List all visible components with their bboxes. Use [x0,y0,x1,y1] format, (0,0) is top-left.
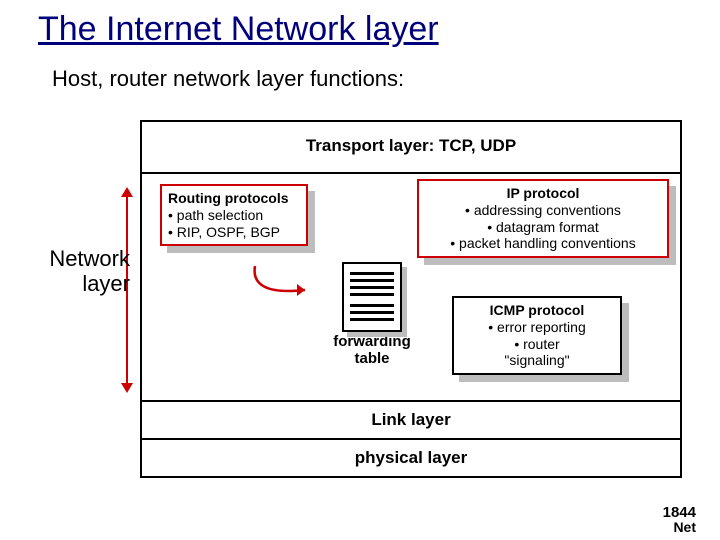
transport-layer-row: Transport layer: TCP, UDP [140,120,682,174]
routing-bullet-2: • RIP, OSPF, BGP [168,224,300,241]
icmp-bullet-3: "signaling" [460,352,614,369]
slide-title: The Internet Network layer [38,10,439,49]
physical-layer-row: physical layer [140,438,682,478]
routing-bullet-1: • path selection [168,207,300,224]
ip-bullet-1: • addressing conventions [425,202,661,219]
transport-layer-label: Transport layer: TCP, UDP [142,122,680,156]
slide-footer: 1844 Net [663,505,696,534]
side-label-line2: layer [82,271,130,296]
footer-line-2: Net [663,520,696,534]
icmp-bullet-1: • error reporting [460,319,614,336]
ip-bullet-2: • datagram format [425,219,661,236]
ip-protocol-box: IP protocol • addressing conventions • d… [417,179,669,258]
physical-layer-label: physical layer [142,440,680,468]
network-layer-side-label: Network layer [15,246,130,297]
icmp-protocol-box: ICMP protocol • error reporting • router… [452,296,622,375]
layer-stack: Transport layer: TCP, UDP Routing protoc… [140,120,682,476]
ip-title: IP protocol [425,185,661,202]
icmp-bullet-2: • router [460,336,614,353]
footer-line-1: 1844 [663,505,696,520]
ip-bullet-3: • packet handling conventions [425,235,661,252]
slide-subtitle: Host, router network layer functions: [52,66,404,92]
routing-protocols-box: Routing protocols • path selection • RIP… [160,184,308,246]
link-layer-row: Link layer [140,400,682,440]
side-label-line1: Network [49,246,130,271]
table-icon [342,262,402,332]
forwarding-table: forwarding table [307,262,437,367]
link-layer-label: Link layer [142,402,680,430]
network-layer-row: Routing protocols • path selection • RIP… [140,172,682,402]
forwarding-table-label-2: table [307,351,437,368]
routing-title: Routing protocols [168,190,300,207]
icmp-title: ICMP protocol [460,302,614,319]
